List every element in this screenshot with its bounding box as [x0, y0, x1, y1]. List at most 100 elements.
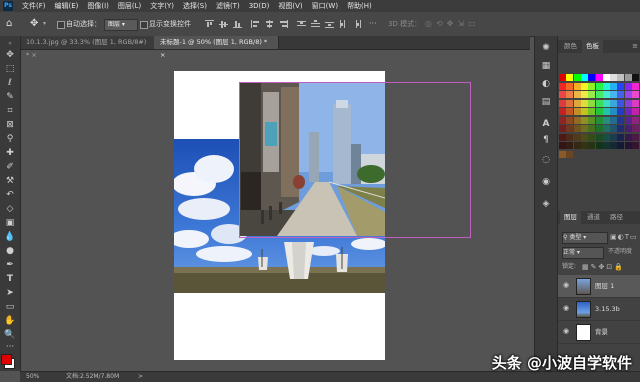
healing-brush-tool-icon[interactable]: ✚	[4, 148, 16, 159]
color-swatch[interactable]	[624, 142, 632, 149]
color-swatch[interactable]	[595, 108, 603, 115]
brush-tool-icon[interactable]: ✐	[4, 162, 16, 173]
color-swatch[interactable]	[602, 142, 610, 149]
rectangle-tool-icon[interactable]: ▭	[4, 302, 16, 313]
color-swatch[interactable]	[602, 133, 610, 141]
layer-row-background[interactable]: ◉ 背景	[558, 321, 640, 344]
color-swatch[interactable]	[559, 91, 566, 98]
color-swatch[interactable]	[580, 74, 588, 81]
color-swatch[interactable]	[580, 142, 588, 149]
layers-panel-icon[interactable]: ◈	[540, 198, 552, 210]
tab-channels[interactable]: 通道	[583, 211, 604, 224]
color-swatch[interactable]	[610, 142, 618, 149]
visibility-eye-icon[interactable]: ◉	[563, 281, 571, 289]
color-swatch[interactable]	[602, 108, 610, 115]
color-swatch[interactable]	[602, 116, 610, 124]
color-swatch[interactable]	[566, 116, 574, 124]
clone-stamp-tool-icon[interactable]: ⚒	[4, 176, 16, 187]
color-swatch[interactable]	[559, 125, 566, 132]
color-swatch[interactable]	[632, 125, 639, 132]
color-swatch[interactable]	[580, 116, 588, 124]
menu-file[interactable]: 文件(F)	[22, 0, 46, 12]
color-swatch[interactable]	[595, 116, 603, 124]
color-swatch[interactable]	[573, 116, 581, 124]
color-swatch[interactable]	[624, 82, 632, 90]
visibility-eye-icon[interactable]: ◉	[563, 327, 571, 335]
distribute-top-icon[interactable]	[297, 20, 306, 28]
color-swatch[interactable]	[624, 116, 632, 124]
zoom-tool-icon[interactable]: 🔍	[4, 330, 16, 341]
color-swatch[interactable]	[602, 125, 610, 132]
layer-row-3-15-3b[interactable]: ◉ 3.15.3b	[558, 298, 640, 321]
home-icon[interactable]: ⌂	[6, 18, 18, 30]
menu-select[interactable]: 选择(S)	[183, 0, 207, 12]
align-right-icon[interactable]	[279, 20, 288, 28]
color-swatch[interactable]	[573, 99, 581, 107]
color-swatch[interactable]	[580, 82, 588, 90]
color-swatch[interactable]	[573, 142, 581, 149]
color-swatch[interactable]	[559, 82, 566, 90]
swatch-grid[interactable]	[559, 74, 640, 160]
dodge-tool-icon[interactable]: ●	[4, 246, 16, 257]
properties-panel-icon[interactable]: ◉	[540, 176, 552, 188]
color-swatch[interactable]	[595, 125, 603, 132]
layer-row-layer1[interactable]: ◉ 图层 1	[558, 275, 640, 298]
color-swatch[interactable]	[580, 99, 588, 107]
color-swatch[interactable]	[566, 108, 574, 115]
color-swatch[interactable]	[610, 133, 618, 141]
color-swatch[interactable]	[595, 91, 603, 98]
align-vcenter-icon[interactable]	[219, 20, 228, 28]
panel-menu-icon[interactable]: ≡	[632, 42, 638, 50]
distribute-right-icon[interactable]	[353, 20, 362, 28]
libraries-panel-icon[interactable]: ▤	[540, 96, 552, 108]
align-left-icon[interactable]	[251, 20, 260, 28]
menu-layer[interactable]: 图层(L)	[118, 0, 141, 12]
color-swatch[interactable]	[566, 99, 574, 107]
color-swatch[interactable]	[566, 74, 574, 81]
color-swatch[interactable]	[566, 82, 574, 90]
color-swatch[interactable]	[617, 108, 625, 115]
color-swatch[interactable]	[624, 108, 632, 115]
color-swatch[interactable]	[624, 125, 632, 132]
swatches-panel-icon[interactable]: ▦	[540, 60, 552, 72]
lock-icons[interactable]: ▦✎✥⊡🔒	[582, 262, 640, 272]
foreground-color-swatch[interactable]	[1, 354, 12, 365]
color-swatch[interactable]	[610, 99, 618, 107]
layer-filter-icons[interactable]: ▣◐T▭	[610, 232, 640, 242]
tab-close-icon[interactable]: ×	[31, 51, 36, 59]
tab-layers[interactable]: 图层	[560, 211, 581, 224]
color-swatch[interactable]	[610, 125, 618, 132]
color-swatch[interactable]	[566, 91, 574, 98]
edit-toolbar-icon[interactable]: ···	[4, 342, 16, 353]
color-swatch[interactable]	[632, 82, 639, 90]
gradient-tool-icon[interactable]: ▣	[4, 218, 16, 229]
color-swatch[interactable]	[610, 82, 618, 90]
mode-3d-icons[interactable]: ◎⟲✥⇲▭	[425, 19, 485, 29]
color-swatch[interactable]	[573, 91, 581, 98]
adjustments-panel-icon[interactable]: ◐	[540, 78, 552, 90]
color-swatch[interactable]	[617, 142, 625, 149]
color-swatch[interactable]	[573, 82, 581, 90]
color-swatch[interactable]	[580, 108, 588, 115]
blur-tool-icon[interactable]: 💧	[4, 232, 16, 243]
blend-mode-dropdown[interactable]: 正常 ▾	[562, 247, 604, 259]
color-swatch[interactable]	[595, 142, 603, 149]
color-swatch[interactable]	[632, 91, 639, 98]
color-swatch[interactable]	[566, 150, 574, 158]
color-swatch[interactable]	[566, 142, 574, 149]
color-swatch[interactable]	[588, 82, 596, 90]
tool-preset-chevron-icon[interactable]: ▾	[43, 19, 46, 29]
color-swatch[interactable]	[595, 82, 603, 90]
color-swatch[interactable]	[559, 74, 566, 81]
eraser-tool-icon[interactable]: ◇	[4, 204, 16, 215]
color-swatch[interactable]	[617, 74, 625, 81]
color-swatch[interactable]	[573, 74, 581, 81]
color-swatch[interactable]	[617, 125, 625, 132]
color-swatch[interactable]	[632, 108, 639, 115]
pen-tool-icon[interactable]: ✒	[4, 260, 16, 271]
menu-type[interactable]: 文字(Y)	[150, 0, 174, 12]
color-swatch[interactable]	[559, 108, 566, 115]
color-swatch[interactable]	[588, 133, 596, 141]
color-swatch[interactable]	[588, 91, 596, 98]
color-swatch[interactable]	[617, 82, 625, 90]
